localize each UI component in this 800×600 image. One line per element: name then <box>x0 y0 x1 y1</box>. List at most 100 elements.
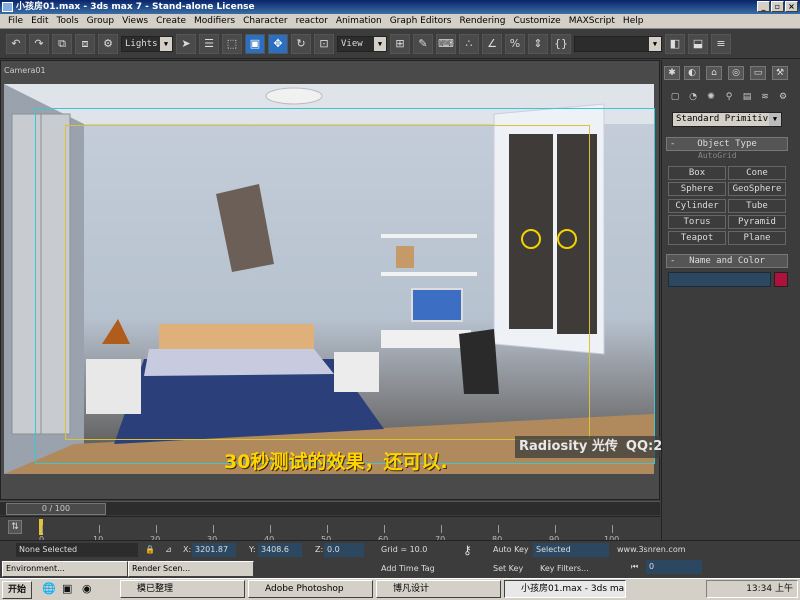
motion-tab-icon[interactable]: ◎ <box>728 66 744 80</box>
time-slider[interactable]: 0 / 100 <box>0 501 660 515</box>
geometry-subtab-icon[interactable]: ▢ <box>668 91 682 103</box>
category-dropdown[interactable]: Standard Primitiv ▼ <box>672 112 782 127</box>
quick-launch-media-icon[interactable]: ◉ <box>82 582 92 595</box>
helpers-subtab-icon[interactable]: ▤ <box>740 91 754 103</box>
teapot-button[interactable]: Teapot <box>668 231 726 245</box>
select-object-icon[interactable]: ➤ <box>176 33 196 54</box>
viewport-label[interactable]: Camera01 <box>4 66 46 75</box>
menu-views[interactable]: Views <box>118 16 152 26</box>
sphere-button[interactable]: Sphere <box>668 182 726 196</box>
unlink-icon[interactable]: ⧈ <box>75 33 95 54</box>
time-slider-thumb[interactable]: 0 / 100 <box>6 503 106 515</box>
shapes-subtab-icon[interactable]: ◔ <box>686 91 700 103</box>
named-selection-dropdown[interactable]: ▼ <box>574 35 662 52</box>
menu-animation[interactable]: Animation <box>332 16 386 26</box>
select-and-manipulate-icon[interactable]: ✎ <box>413 33 433 54</box>
mirror-icon[interactable]: ◧ <box>665 33 685 54</box>
reference-coordinate-dropdown[interactable]: View ▼ <box>337 35 387 52</box>
cameras-subtab-icon[interactable]: ⚲ <box>722 91 736 103</box>
x-coordinate-field[interactable]: 3201.87 <box>192 543 236 557</box>
selection-filter-dropdown[interactable]: Lights ▼ <box>121 35 173 52</box>
keyboard-shortcut-override-icon[interactable]: ⌨ <box>436 33 456 54</box>
angle-snap-icon[interactable]: ∠ <box>482 33 502 54</box>
close-button[interactable]: × <box>785 1 798 12</box>
environment-window[interactable]: Environment... <box>2 561 128 577</box>
menu-graph-editors[interactable]: Graph Editors <box>386 16 456 26</box>
menu-group[interactable]: Group <box>83 16 118 26</box>
minimize-button[interactable]: _ <box>757 1 770 12</box>
space-warps-subtab-icon[interactable]: ≋ <box>758 91 772 103</box>
hierarchy-tab-icon[interactable]: ⌂ <box>706 66 722 80</box>
torus-button[interactable]: Torus <box>668 215 726 229</box>
y-coordinate-field[interactable]: 3408.6 <box>258 543 302 557</box>
select-by-name-icon[interactable]: ☰ <box>199 33 219 54</box>
object-color-swatch[interactable] <box>774 272 788 287</box>
tube-button[interactable]: Tube <box>728 199 786 213</box>
quick-launch-ie-icon[interactable]: 🌐 <box>42 582 56 595</box>
track-bar[interactable]: ⇅ 0 10 20 30 40 50 60 70 80 90 100 <box>0 516 660 544</box>
rectangular-selection-icon[interactable]: ⬚ <box>222 33 242 54</box>
selection-lock-icon[interactable]: 🔒 <box>142 543 156 557</box>
menu-create[interactable]: Create <box>152 16 190 26</box>
select-and-scale-icon[interactable]: ⊡ <box>314 33 334 54</box>
menu-maxscript[interactable]: MAXScript <box>565 16 619 26</box>
geosphere-button[interactable]: GeoSphere <box>728 182 786 196</box>
link-icon[interactable]: ⧉ <box>52 33 72 54</box>
lights-subtab-icon[interactable]: ✺ <box>704 91 718 103</box>
task-photoshop[interactable]: Adobe Photoshop <box>248 580 373 598</box>
window-crossing-icon[interactable]: ▣ <box>245 33 265 54</box>
modify-tab-icon[interactable]: ◐ <box>684 66 700 80</box>
auto-key-button[interactable]: Auto Key <box>490 543 532 557</box>
menu-tools[interactable]: Tools <box>53 16 83 26</box>
menu-file[interactable]: File <box>4 16 27 26</box>
autogrid-checkbox[interactable]: AutoGrid <box>698 151 737 160</box>
cone-button[interactable]: Cone <box>728 166 786 180</box>
menu-reactor[interactable]: reactor <box>292 16 332 26</box>
mini-curve-editor-icon[interactable]: ⇅ <box>8 520 22 534</box>
box-button[interactable]: Box <box>668 166 726 180</box>
align-icon[interactable]: ⬓ <box>688 33 708 54</box>
spinner-snap-icon[interactable]: ⇕ <box>528 33 548 54</box>
menu-help[interactable]: Help <box>619 16 648 26</box>
set-key-button[interactable]: Set Key <box>490 562 532 576</box>
object-name-field[interactable] <box>668 272 771 287</box>
select-and-rotate-icon[interactable]: ↻ <box>291 33 311 54</box>
layer-manager-icon[interactable]: ≡ <box>711 33 731 54</box>
clock[interactable]: 13:34 上午 <box>746 584 793 594</box>
plane-button[interactable]: Plane <box>728 231 786 245</box>
bind-space-warp-icon[interactable]: ⚙ <box>98 33 118 54</box>
menu-character[interactable]: Character <box>239 16 291 26</box>
pyramid-button[interactable]: Pyramid <box>728 215 786 229</box>
object-type-rollout[interactable]: - Object Type <box>666 137 788 151</box>
edit-named-selection-icon[interactable]: {} <box>551 33 571 54</box>
create-tab-icon[interactable]: ✱ <box>664 66 680 80</box>
start-button[interactable]: 开始 <box>2 580 33 599</box>
pivot-point-center-icon[interactable]: ⊞ <box>390 33 410 54</box>
key-filters-button[interactable]: Key Filters... <box>537 562 613 576</box>
maximize-button[interactable]: ▫ <box>771 1 784 12</box>
absolute-mode-icon[interactable]: ⊿ <box>162 543 176 557</box>
utilities-tab-icon[interactable]: ⚒ <box>772 66 788 80</box>
key-icon[interactable]: ⚷ <box>460 543 484 557</box>
menu-edit[interactable]: Edit <box>27 16 52 26</box>
current-frame-field[interactable]: 0 <box>646 560 702 574</box>
undo-icon[interactable]: ↶ <box>6 33 26 54</box>
z-coordinate-field[interactable]: 0.0 <box>324 543 364 557</box>
task-3dsmax[interactable]: 小孩房01.max - 3ds ma... <box>504 580 626 598</box>
menu-modifiers[interactable]: Modifiers <box>190 16 239 26</box>
menu-customize[interactable]: Customize <box>509 16 564 26</box>
render-scene-window-title[interactable]: Render Scen... <box>132 564 190 573</box>
redo-icon[interactable]: ↷ <box>29 33 49 54</box>
display-tab-icon[interactable]: ▭ <box>750 66 766 80</box>
cylinder-button[interactable]: Cylinder <box>668 199 726 213</box>
key-mode-dropdown[interactable]: Selected <box>533 543 609 557</box>
percent-snap-icon[interactable]: % <box>505 33 525 54</box>
render-scene-window[interactable]: Render Scen... <box>128 561 254 577</box>
snaps-toggle-icon[interactable]: ∴ <box>459 33 479 54</box>
select-and-move-icon[interactable]: ✥ <box>268 33 288 54</box>
task-bofan-design[interactable]: 博凡设计 <box>376 580 501 598</box>
goto-start-icon[interactable]: ⏮ <box>628 560 642 574</box>
add-time-tag-button[interactable]: Add Time Tag <box>378 562 452 576</box>
task-folder[interactable]: 模已整理 <box>120 580 245 598</box>
name-and-color-rollout[interactable]: - Name and Color <box>666 254 788 268</box>
